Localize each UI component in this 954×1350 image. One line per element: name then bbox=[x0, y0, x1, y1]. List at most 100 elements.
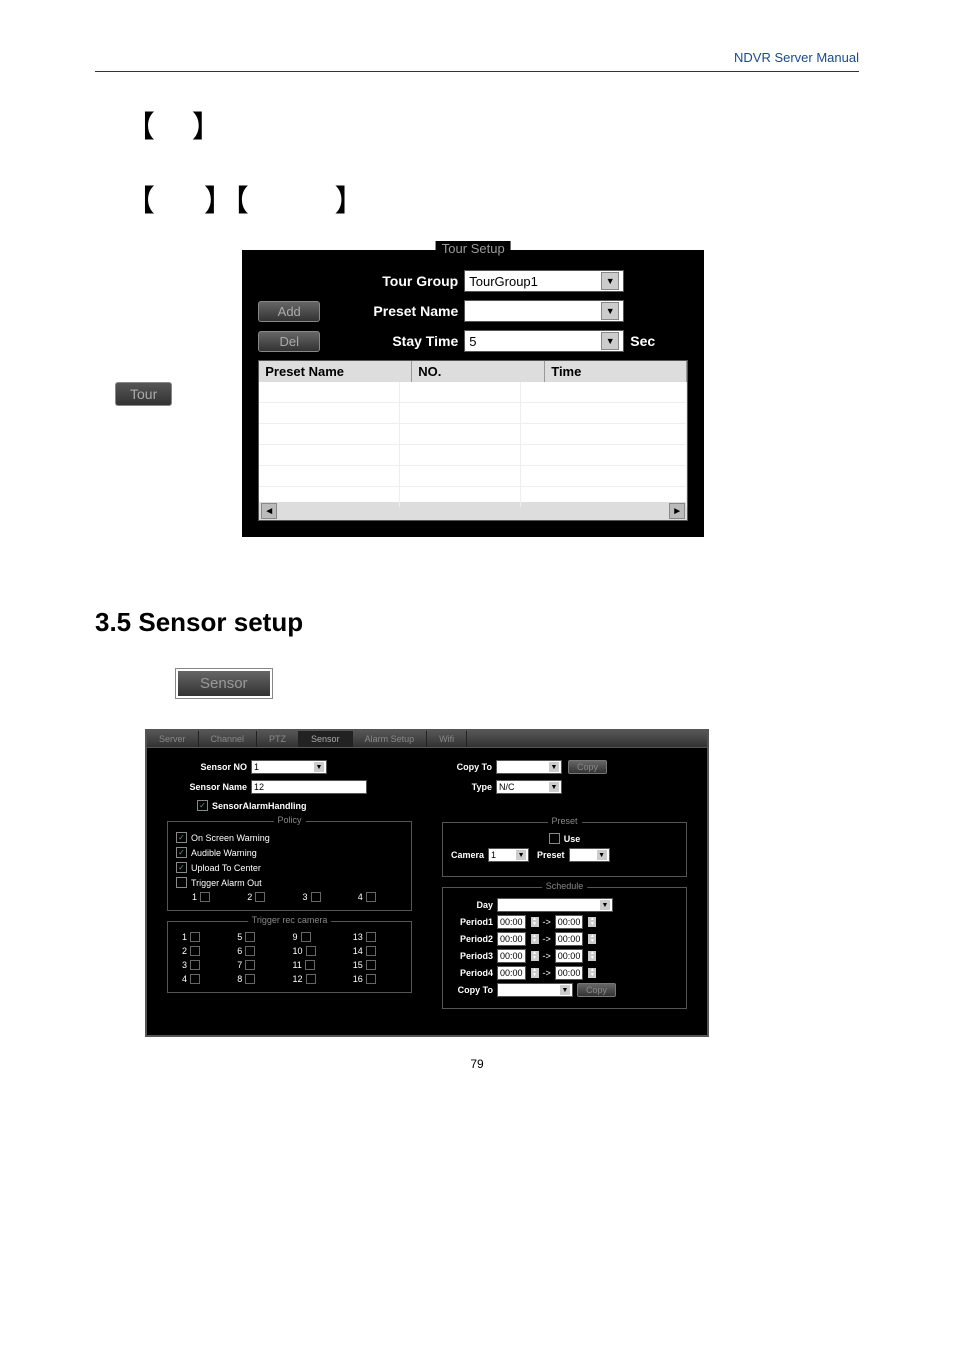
cam-10-checkbox[interactable] bbox=[306, 946, 316, 956]
tour-table: Preset Name NO. Time ◄ ► bbox=[258, 360, 688, 521]
tab-server[interactable]: Server bbox=[147, 731, 199, 747]
cam-16-checkbox[interactable] bbox=[366, 974, 376, 984]
tab-wifi[interactable]: Wifi bbox=[427, 731, 467, 747]
preset-fieldset: Preset Use Camera 1▼ Preset ▼ bbox=[442, 822, 687, 877]
type-label: Type bbox=[442, 782, 496, 792]
cam-9-checkbox[interactable] bbox=[301, 932, 311, 942]
sensor-name-input[interactable]: 12 bbox=[251, 780, 367, 794]
copy-to-label: Copy To bbox=[442, 762, 496, 772]
cam-1-checkbox[interactable] bbox=[190, 932, 200, 942]
cam-4-checkbox[interactable] bbox=[190, 974, 200, 984]
camera-select[interactable]: 1▼ bbox=[488, 848, 529, 862]
col-preset-name: Preset Name bbox=[259, 361, 412, 382]
alarm-out-1-checkbox[interactable] bbox=[200, 892, 210, 902]
period3-to[interactable]: 00:00 bbox=[555, 949, 584, 963]
type-select[interactable]: N/C▼ bbox=[496, 780, 562, 794]
period2-to[interactable]: 00:00 bbox=[555, 932, 584, 946]
day-select[interactable]: ▼ bbox=[497, 898, 613, 912]
day-label: Day bbox=[451, 900, 493, 910]
period3-from[interactable]: 00:00 bbox=[497, 949, 526, 963]
stay-time-select[interactable]: 5▼ bbox=[464, 330, 624, 352]
cam-12-checkbox[interactable] bbox=[306, 974, 316, 984]
chevron-down-icon: ▼ bbox=[314, 762, 324, 772]
trigger-alarm-out-checkbox[interactable] bbox=[176, 877, 187, 888]
tour-group-label: Tour Group bbox=[348, 273, 464, 289]
tab-ptz[interactable]: PTZ bbox=[257, 731, 299, 747]
col-time: Time bbox=[545, 361, 687, 382]
period4-to[interactable]: 00:00 bbox=[555, 966, 584, 980]
chevron-down-icon: ▼ bbox=[600, 900, 610, 910]
tour-group-select[interactable]: TourGroup1▼ bbox=[464, 270, 624, 292]
cam-7-checkbox[interactable] bbox=[245, 960, 255, 970]
chevron-down-icon: ▼ bbox=[549, 762, 559, 772]
policy-fieldset: Policy ✓On Screen Warning ✓Audible Warni… bbox=[167, 821, 412, 911]
chevron-down-icon: ▼ bbox=[601, 332, 619, 350]
period4-from[interactable]: 00:00 bbox=[497, 966, 526, 980]
schedule-copy-to-select[interactable]: ▼ bbox=[497, 983, 573, 997]
use-checkbox[interactable] bbox=[549, 833, 560, 844]
period1-from[interactable]: 00:00 bbox=[497, 915, 526, 929]
chevron-down-icon: ▼ bbox=[560, 985, 570, 995]
camera-label: Camera bbox=[451, 850, 484, 860]
schedule-legend: Schedule bbox=[542, 881, 588, 891]
scroll-left-icon[interactable]: ◄ bbox=[261, 503, 277, 519]
bracket-line-2: 【 】【 】 bbox=[125, 176, 859, 220]
section-title: 3.5 Sensor setup bbox=[95, 607, 859, 638]
alarm-out-3-checkbox[interactable] bbox=[311, 892, 321, 902]
sensor-button[interactable]: Sensor bbox=[178, 671, 270, 696]
chevron-down-icon: ▼ bbox=[549, 782, 559, 792]
cam-2-checkbox[interactable] bbox=[190, 946, 200, 956]
cam-13-checkbox[interactable] bbox=[366, 932, 376, 942]
tab-alarm-setup[interactable]: Alarm Setup bbox=[353, 731, 428, 747]
schedule-copy-button[interactable]: Copy bbox=[577, 983, 616, 997]
policy-legend: Policy bbox=[273, 815, 305, 825]
tab-sensor[interactable]: Sensor bbox=[299, 731, 353, 747]
sensor-no-label: Sensor NO bbox=[167, 762, 251, 772]
preset-select[interactable]: ▼ bbox=[569, 848, 610, 862]
tour-setup-panel: Tour Setup Tour Group TourGroup1▼ Add Pr… bbox=[242, 250, 704, 537]
trigger-rec-fieldset: Trigger rec camera 1 5 9 13 2 6 10 14 3 … bbox=[167, 921, 412, 993]
period1-to[interactable]: 00:00 bbox=[555, 915, 584, 929]
schedule-copy-to-label: Copy To bbox=[451, 985, 493, 995]
period2-from[interactable]: 00:00 bbox=[497, 932, 526, 946]
cam-8-checkbox[interactable] bbox=[245, 974, 255, 984]
preset-name-label: Preset Name bbox=[348, 303, 464, 319]
header-right: NDVR Server Manual bbox=[95, 50, 859, 72]
sensor-name-label: Sensor Name bbox=[167, 782, 251, 792]
copy-button[interactable]: Copy bbox=[568, 760, 607, 774]
cam-15-checkbox[interactable] bbox=[366, 960, 376, 970]
tour-setup-title: Tour Setup bbox=[436, 241, 511, 256]
sensor-alarm-handling-checkbox[interactable]: ✓ bbox=[197, 800, 208, 811]
copy-to-select[interactable]: ▼ bbox=[496, 760, 562, 774]
audible-warning-checkbox[interactable]: ✓ bbox=[176, 847, 187, 858]
sensor-alarm-handling-label: SensorAlarmHandling bbox=[212, 801, 307, 811]
sensor-tabs: Server Channel PTZ Sensor Alarm Setup Wi… bbox=[147, 731, 707, 748]
on-screen-warning-checkbox[interactable]: ✓ bbox=[176, 832, 187, 843]
chevron-down-icon: ▼ bbox=[597, 850, 607, 860]
cam-6-checkbox[interactable] bbox=[245, 946, 255, 956]
sensor-no-select[interactable]: 1▼ bbox=[251, 760, 327, 774]
page-number: 79 bbox=[95, 1057, 859, 1071]
scroll-right-icon[interactable]: ► bbox=[669, 503, 685, 519]
cam-14-checkbox[interactable] bbox=[366, 946, 376, 956]
upload-to-center-checkbox[interactable]: ✓ bbox=[176, 862, 187, 873]
tab-channel[interactable]: Channel bbox=[199, 731, 258, 747]
cam-5-checkbox[interactable] bbox=[245, 932, 255, 942]
bracket-line-1: 【 】 bbox=[125, 102, 859, 146]
preset-name-select[interactable]: ▼ bbox=[464, 300, 624, 322]
alarm-out-4-checkbox[interactable] bbox=[366, 892, 376, 902]
chevron-down-icon: ▼ bbox=[601, 272, 619, 290]
stay-time-label: Stay Time bbox=[348, 333, 464, 349]
tour-button[interactable]: Tour bbox=[115, 382, 172, 406]
preset-legend: Preset bbox=[547, 816, 581, 826]
sec-label: Sec bbox=[630, 333, 655, 349]
col-no: NO. bbox=[412, 361, 545, 382]
chevron-down-icon: ▼ bbox=[601, 302, 619, 320]
schedule-fieldset: Schedule Day ▼ Period1 00:00▲▼ -> 00:00▲… bbox=[442, 887, 687, 1009]
cam-3-checkbox[interactable] bbox=[190, 960, 200, 970]
cam-11-checkbox[interactable] bbox=[305, 960, 315, 970]
del-button[interactable]: Del bbox=[258, 331, 320, 352]
add-button[interactable]: Add bbox=[258, 301, 320, 322]
trigger-rec-legend: Trigger rec camera bbox=[248, 915, 332, 925]
alarm-out-2-checkbox[interactable] bbox=[255, 892, 265, 902]
